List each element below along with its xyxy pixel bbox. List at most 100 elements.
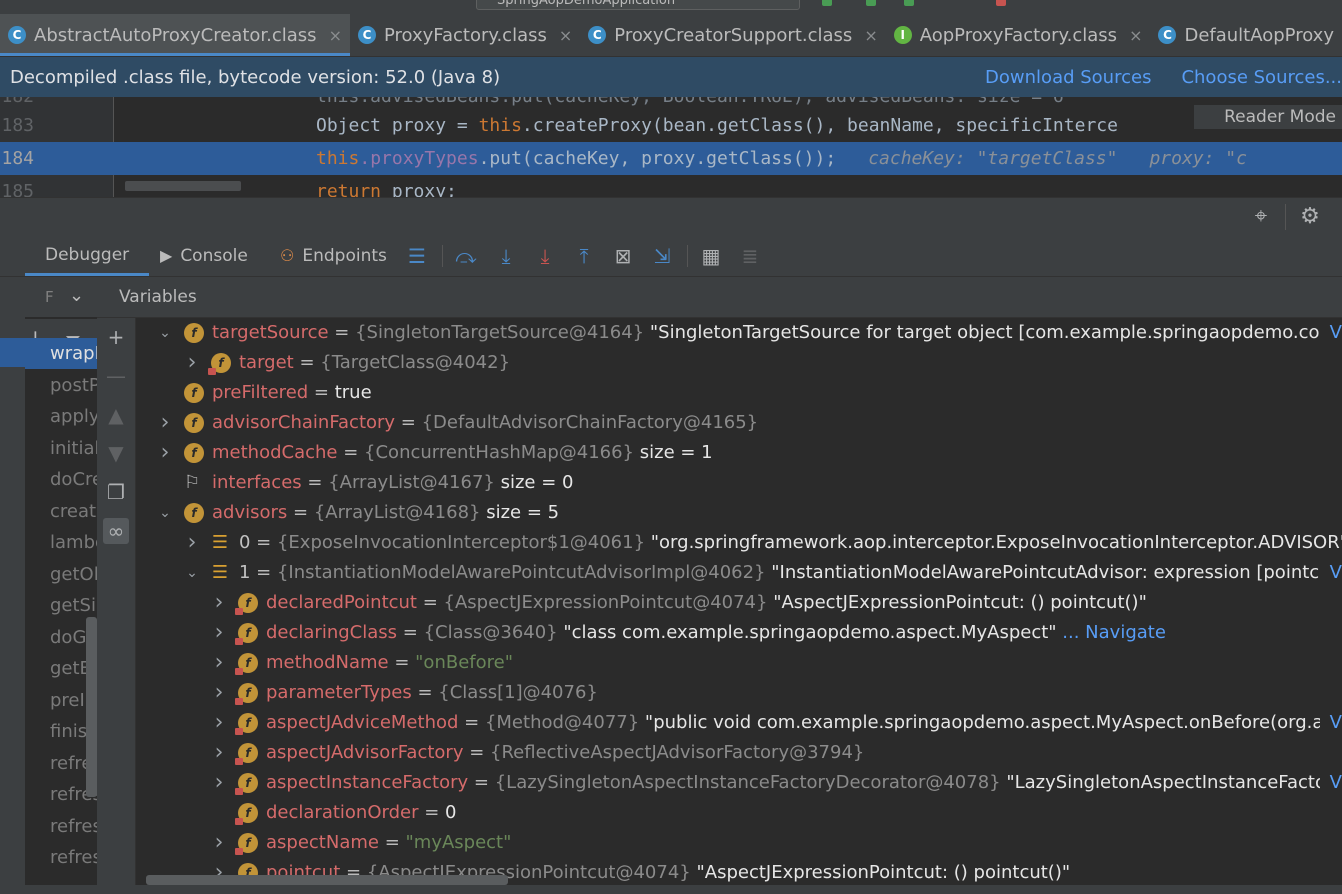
view-more-link[interactable]: V xyxy=(1320,558,1342,588)
current-execution-line[interactable]: 184 this.proxyTypes.put(cacheKey, proxy.… xyxy=(0,142,1342,175)
horizontal-scrollbar[interactable] xyxy=(146,875,508,885)
reader-mode-button[interactable]: Reader Mode xyxy=(1194,105,1342,129)
run-icon[interactable] xyxy=(822,0,832,6)
stack-frame[interactable]: getOl xyxy=(25,559,97,590)
variable-row[interactable]: ⌄ f targetSource = {SingletonTargetSource@… xyxy=(136,318,1342,348)
chevron-right-icon[interactable]: › xyxy=(212,648,226,678)
stack-frame[interactable]: postP xyxy=(25,370,97,401)
chevron-right-icon[interactable]: › xyxy=(185,348,199,378)
editor-tab[interactable]: C ProxyFactory.class × xyxy=(350,14,580,56)
horizontal-scrollbar[interactable] xyxy=(125,181,241,191)
layout-menu-icon[interactable]: ☰ xyxy=(404,243,430,269)
code-line[interactable]: 183 Object proxy = this.createProxy(bean… xyxy=(0,109,1342,142)
tab-debugger[interactable]: Debugger xyxy=(24,235,150,276)
choose-sources-link[interactable]: Choose Sources... xyxy=(1181,67,1342,88)
chevron-right-icon[interactable]: › xyxy=(212,738,226,768)
copy-icon[interactable]: ❐ xyxy=(103,479,129,505)
variable-row[interactable]: › f aspectInstanceFactory = {LazySingleton… xyxy=(136,768,1342,798)
download-sources-link[interactable]: Download Sources xyxy=(985,67,1151,88)
close-icon[interactable]: × xyxy=(864,26,877,45)
variables-tree[interactable]: ⌄ f targetSource = {SingletonTargetSource@… xyxy=(136,318,1342,894)
step-into-icon[interactable]: ⤓ xyxy=(493,243,519,269)
evaluate-expression-icon[interactable]: ▦ xyxy=(698,243,724,269)
stack-frame[interactable]: lambd xyxy=(25,527,97,558)
stack-frame[interactable]: refres xyxy=(25,811,97,842)
close-icon[interactable]: × xyxy=(1129,26,1142,45)
stack-frame[interactable]: create xyxy=(25,496,97,527)
gear-icon[interactable]: ⚙ xyxy=(1297,204,1323,230)
tab-console[interactable]: ▶ Console xyxy=(160,235,248,276)
stack-frame[interactable]: initial xyxy=(25,433,97,464)
variable-row[interactable]: › f aspectJAdvisorFactory = {ReflectiveAsp… xyxy=(136,738,1342,768)
variable-row[interactable]: › f methodName = "onBefore" xyxy=(136,648,1342,678)
variable-row[interactable]: f declarationOrder = 0 xyxy=(136,798,1342,828)
tab-endpoints[interactable]: ⚇ Endpoints xyxy=(280,235,387,276)
variable-row[interactable]: › f aspectName = "myAspect" xyxy=(136,828,1342,858)
frames-list[interactable]: F ⌄ ↓ ⏷ wrapIpostPapplyinitialdoCrecreat… xyxy=(25,277,97,894)
chevron-right-icon[interactable]: › xyxy=(212,588,226,618)
chevron-down-icon[interactable]: ⌄ xyxy=(158,498,172,528)
chevron-down-icon[interactable]: ⌄ xyxy=(158,318,172,348)
variable-row[interactable]: f preFiltered = true xyxy=(136,378,1342,408)
variable-row[interactable]: › f declaredPointcut = {AspectJExpressionP… xyxy=(136,588,1342,618)
stack-frame[interactable]: doCre xyxy=(25,464,97,495)
add-watch-icon[interactable]: + xyxy=(103,324,129,350)
variable-row[interactable]: › f aspectJAdviceMethod = {Method@4077} "p… xyxy=(136,708,1342,738)
stack-frame[interactable]: wrapI xyxy=(25,338,97,369)
chevron-right-icon[interactable]: › xyxy=(158,438,172,468)
field-icon: f xyxy=(235,803,258,825)
decompiled-banner: Decompiled .class file, bytecode version… xyxy=(0,57,1342,97)
variable-row[interactable]: › ☰ 0 = {ExposeInvocationInterceptor$1@406… xyxy=(136,528,1342,558)
variable-row[interactable]: › f parameterTypes = {Class[1]@4076} xyxy=(136,678,1342,708)
variable-row[interactable]: ⚐ interfaces = {ArrayList@4167} size = 0 xyxy=(136,468,1342,498)
editor-tab[interactable]: C AbstractAutoProxyCreator.class × xyxy=(0,14,350,56)
chevron-right-icon[interactable]: › xyxy=(158,408,172,438)
editor-tab[interactable]: C ProxyCreatorSupport.class × xyxy=(580,14,885,56)
stack-frame[interactable]: refres xyxy=(25,842,97,873)
remove-watch-icon[interactable]: — xyxy=(103,363,129,389)
variable-row[interactable]: ⌄ ☰ 1 = {InstantiationModelAwarePointcutAd… xyxy=(136,558,1342,588)
navigate-link[interactable]: ... Navigate xyxy=(1057,622,1166,643)
thread-selector[interactable]: F ⌄ xyxy=(25,277,97,317)
move-down-icon[interactable]: ▼ xyxy=(103,440,129,466)
chevron-down-icon[interactable]: ⌄ xyxy=(185,558,199,588)
crosshair-icon[interactable]: ⌖ xyxy=(1248,204,1274,230)
chevron-right-icon[interactable]: › xyxy=(212,768,226,798)
code-editor[interactable]: 182 this.advisedBeans.put(cacheKey, Bool… xyxy=(0,97,1342,197)
editor-tab[interactable]: C DefaultAopProxy xyxy=(1150,14,1342,56)
chevron-right-icon[interactable]: › xyxy=(212,678,226,708)
run-to-cursor-icon[interactable]: ⇲ xyxy=(649,243,675,269)
stop-icon[interactable] xyxy=(996,0,1006,6)
array-element-icon: ☰ xyxy=(211,532,229,553)
stack-frame[interactable]: getSi xyxy=(25,590,97,621)
force-step-into-icon[interactable]: ⤓ xyxy=(532,243,558,269)
step-over-icon[interactable]: ⤼ xyxy=(453,243,479,269)
variable-row[interactable]: › f advisorChainFactory = {DefaultAdvisorC… xyxy=(136,408,1342,438)
vertical-scrollbar[interactable] xyxy=(86,617,97,797)
run-configuration-selector[interactable]: SpringAopDemoApplication xyxy=(476,0,800,10)
variable-row[interactable]: › f declaringClass = {Class@3640} "class c… xyxy=(136,618,1342,648)
drop-frame-icon[interactable]: ⊠ xyxy=(610,243,636,269)
chevron-down-icon[interactable]: ⌄ xyxy=(69,285,84,306)
variable-row[interactable]: › f methodCache = {ConcurrentHashMap@4166}… xyxy=(136,438,1342,468)
coverage-icon[interactable] xyxy=(904,0,914,6)
trace-icon[interactable]: ≣ xyxy=(737,243,763,269)
close-icon[interactable]: × xyxy=(329,26,342,45)
variable-row[interactable]: ⌄ f advisors = {ArrayList@4168} size = 5 xyxy=(136,498,1342,528)
view-more-link[interactable]: V xyxy=(1320,768,1342,798)
chevron-right-icon[interactable]: › xyxy=(212,618,226,648)
stack-frame[interactable]: apply xyxy=(25,401,97,432)
field-icon: f xyxy=(208,353,231,375)
chevron-right-icon[interactable]: › xyxy=(185,528,199,558)
variable-row[interactable]: › f target = {TargetClass@4042} xyxy=(136,348,1342,378)
view-more-link[interactable]: V xyxy=(1320,318,1342,348)
chevron-right-icon[interactable]: › xyxy=(212,828,226,858)
close-icon[interactable]: × xyxy=(559,26,572,45)
view-more-link[interactable]: V xyxy=(1320,708,1342,738)
debug-icon[interactable] xyxy=(866,0,876,6)
step-out-icon[interactable]: ⤒ xyxy=(571,243,597,269)
move-up-icon[interactable]: ▲ xyxy=(103,402,129,428)
chevron-right-icon[interactable]: › xyxy=(212,708,226,738)
glasses-icon[interactable]: ∞ xyxy=(103,518,129,544)
editor-tab[interactable]: I AopProxyFactory.class × xyxy=(886,14,1151,56)
